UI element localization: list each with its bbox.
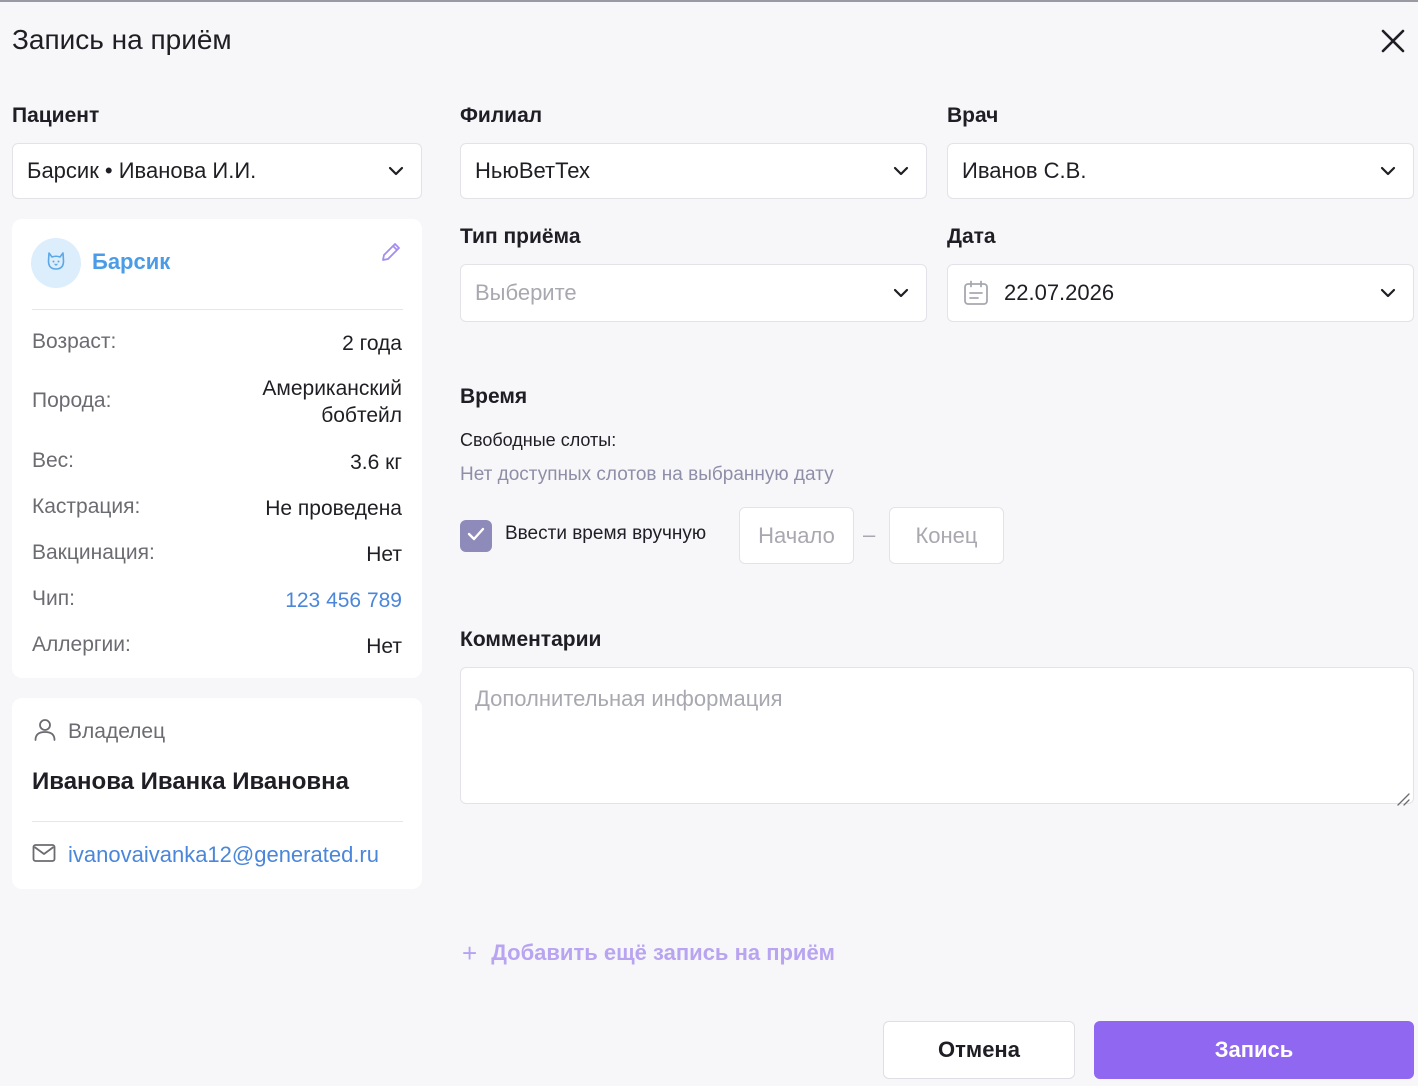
patient-label: Пациент bbox=[12, 104, 100, 127]
top-border bbox=[0, 0, 1418, 2]
breed-value: Американский бобтейл bbox=[262, 377, 402, 427]
free-slots-label: Свободные слоты: bbox=[460, 430, 617, 450]
chevron-down-icon bbox=[890, 160, 912, 182]
pencil-icon[interactable] bbox=[378, 239, 404, 265]
time-section-title: Время bbox=[460, 385, 528, 408]
breed-key: Порода: bbox=[32, 389, 112, 412]
branch-label: Филиал bbox=[460, 104, 543, 127]
weight-key: Вес: bbox=[32, 449, 75, 472]
chevron-down-icon bbox=[890, 282, 912, 304]
mail-icon bbox=[32, 843, 56, 868]
doctor-select-value: Иванов С.В. bbox=[962, 158, 1087, 183]
chevron-down-icon bbox=[385, 160, 407, 182]
owner-name: Иванова Иванка Ивановна bbox=[32, 768, 349, 795]
add-another-appointment-label: Добавить ещё запись на приём bbox=[491, 940, 835, 965]
chevron-down-icon bbox=[1377, 160, 1399, 182]
comments-placeholder: Дополнительная информация bbox=[475, 686, 783, 711]
patient-select[interactable]: Барсик • Иванова И.И. bbox=[12, 143, 422, 199]
pet-card-divider bbox=[32, 309, 403, 310]
dialog-title: Запись на приём bbox=[12, 24, 232, 55]
manual-time-label[interactable]: Ввести время вручную bbox=[505, 523, 706, 545]
cat-icon bbox=[44, 249, 68, 278]
cancel-button[interactable]: Отмена bbox=[883, 1021, 1075, 1079]
branch-select-value: НьюВетТех bbox=[475, 158, 591, 183]
owner-card-divider bbox=[32, 821, 403, 822]
allergies-value: Нет bbox=[366, 635, 402, 658]
vaccination-value: Нет bbox=[366, 543, 402, 566]
doctor-select[interactable]: Иванов С.В. bbox=[947, 143, 1414, 199]
manual-time-checkbox[interactable] bbox=[460, 520, 492, 552]
age-key: Возраст: bbox=[32, 330, 117, 353]
time-start-input[interactable]: Начало bbox=[739, 507, 854, 564]
castration-value: Не проведена bbox=[265, 497, 402, 520]
patient-select-value: Барсик • Иванова И.И. bbox=[27, 158, 257, 183]
age-value: 2 года bbox=[342, 332, 402, 355]
allergies-key: Аллергии: bbox=[32, 633, 131, 656]
vaccination-key: Вакцинация: bbox=[32, 541, 155, 564]
doctor-label: Врач bbox=[947, 104, 999, 127]
date-label: Дата bbox=[947, 225, 996, 248]
user-icon bbox=[32, 716, 58, 748]
submit-button[interactable]: Запись bbox=[1094, 1021, 1414, 1079]
pet-name-link[interactable]: Барсик bbox=[92, 249, 170, 275]
visit-type-label: Тип приёма bbox=[460, 225, 581, 248]
resize-handle-icon[interactable] bbox=[1396, 786, 1410, 806]
close-icon[interactable] bbox=[1376, 24, 1410, 58]
comments-title: Комментарии bbox=[460, 628, 602, 651]
date-picker[interactable]: 22.07.2026 bbox=[947, 264, 1414, 322]
plus-icon: + bbox=[462, 938, 478, 968]
owner-heading-row: Владелец bbox=[32, 716, 165, 748]
date-value: 22.07.2026 bbox=[1004, 280, 1115, 305]
pet-card: Барсик Возраст: 2 года Порода: Американс… bbox=[12, 219, 422, 678]
checkmark-icon bbox=[466, 526, 486, 547]
chip-key: Чип: bbox=[32, 587, 75, 610]
owner-card: Владелец Иванова Иванка Ивановна ivanova… bbox=[12, 698, 422, 889]
castration-key: Кастрация: bbox=[32, 495, 141, 518]
owner-email-row: ivanovaivanka12@generated.ru bbox=[32, 842, 379, 868]
branch-select[interactable]: НьюВетТех bbox=[460, 143, 927, 199]
chip-value-link[interactable]: 123 456 789 bbox=[285, 587, 402, 614]
comments-textarea[interactable]: Дополнительная информация bbox=[460, 667, 1414, 806]
owner-email-link[interactable]: ivanovaivanka12@generated.ru bbox=[68, 842, 379, 868]
pet-avatar bbox=[31, 238, 81, 288]
visit-type-select[interactable]: Выберите bbox=[460, 264, 927, 322]
calendar-icon bbox=[962, 279, 990, 307]
no-slots-message: Нет доступных слотов на выбранную дату bbox=[460, 464, 834, 485]
time-end-input[interactable]: Конец bbox=[889, 507, 1004, 564]
add-another-appointment-link[interactable]: + Добавить ещё запись на приём bbox=[462, 940, 835, 966]
chevron-down-icon bbox=[1377, 282, 1399, 304]
time-separator: – bbox=[863, 522, 876, 547]
owner-heading: Владелец bbox=[68, 720, 166, 743]
weight-value: 3.6 кг bbox=[350, 451, 402, 474]
visit-type-placeholder: Выберите bbox=[475, 280, 577, 305]
